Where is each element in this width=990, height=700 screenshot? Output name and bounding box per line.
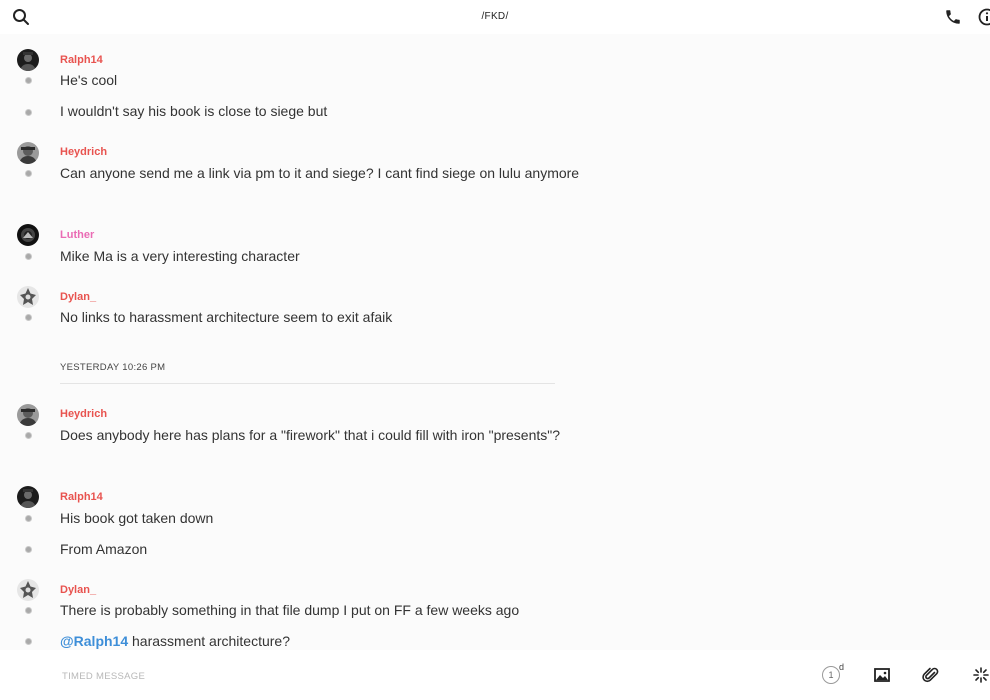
- avatar[interactable]: [17, 286, 39, 308]
- message-text: There is probably something in that file…: [60, 602, 520, 618]
- avatar[interactable]: [17, 49, 39, 71]
- read-receipt-dot: [25, 432, 32, 439]
- user-mention[interactable]: @Ralph14: [60, 633, 128, 649]
- message-text: His book got taken down: [60, 510, 214, 526]
- message-text: I wouldn't say his book is close to sieg…: [60, 103, 328, 119]
- read-receipt-dot: [25, 314, 32, 321]
- top-bar: /FKD/: [0, 0, 990, 34]
- read-receipt-dot: [25, 638, 32, 645]
- paperclip-icon[interactable]: [922, 666, 940, 684]
- message-list[interactable]: Ralph14 He's cool I wouldn't say his boo…: [0, 34, 990, 650]
- timer-value: 1: [822, 666, 840, 684]
- read-receipt-dot: [25, 253, 32, 260]
- info-icon[interactable]: [978, 8, 990, 26]
- sender-name[interactable]: Dylan_: [60, 291, 96, 303]
- sparkle-icon[interactable]: [972, 666, 990, 684]
- phone-icon[interactable]: [944, 8, 962, 26]
- sender-name[interactable]: Ralph14: [60, 54, 103, 66]
- sender-name[interactable]: Heydrich: [60, 146, 107, 158]
- message-text: No links to harassment architecture seem…: [60, 309, 393, 325]
- read-receipt-dot: [25, 515, 32, 522]
- read-receipt-dot: [25, 546, 32, 553]
- read-receipt-dot: [25, 109, 32, 116]
- image-icon[interactable]: [873, 666, 891, 684]
- timer-button[interactable]: 1 d: [822, 662, 846, 688]
- read-receipt-dot: [25, 77, 32, 84]
- sender-name[interactable]: Ralph14: [60, 491, 103, 503]
- chat-title: /FKD/: [481, 11, 509, 22]
- avatar[interactable]: [17, 224, 39, 246]
- sender-name[interactable]: Dylan_: [60, 584, 96, 596]
- sender-name[interactable]: Luther: [60, 229, 94, 241]
- avatar[interactable]: [17, 404, 39, 426]
- avatar[interactable]: [17, 486, 39, 508]
- avatar[interactable]: [17, 579, 39, 601]
- timer-unit: d: [839, 662, 845, 672]
- message-input[interactable]: [60, 666, 764, 686]
- message-text: @Ralph14 harassment architecture?: [60, 631, 580, 650]
- message-text: He's cool: [60, 72, 118, 88]
- avatar[interactable]: [17, 142, 39, 164]
- read-receipt-dot: [25, 170, 32, 177]
- sender-name[interactable]: Heydrich: [60, 408, 107, 420]
- read-receipt-dot: [25, 607, 32, 614]
- message-text: Does anybody here has plans for a "firew…: [60, 427, 561, 443]
- composer-bar: 1 d: [0, 650, 990, 700]
- message-text: From Amazon: [60, 541, 148, 557]
- divider: [60, 383, 555, 384]
- message-text-rest: harassment architecture?: [128, 633, 290, 649]
- day-separator: YESTERDAY 10:26 PM: [60, 362, 166, 373]
- message-text: Mike Ma is a very interesting character: [60, 248, 300, 264]
- message-text: Can anyone send me a link via pm to it a…: [60, 165, 580, 181]
